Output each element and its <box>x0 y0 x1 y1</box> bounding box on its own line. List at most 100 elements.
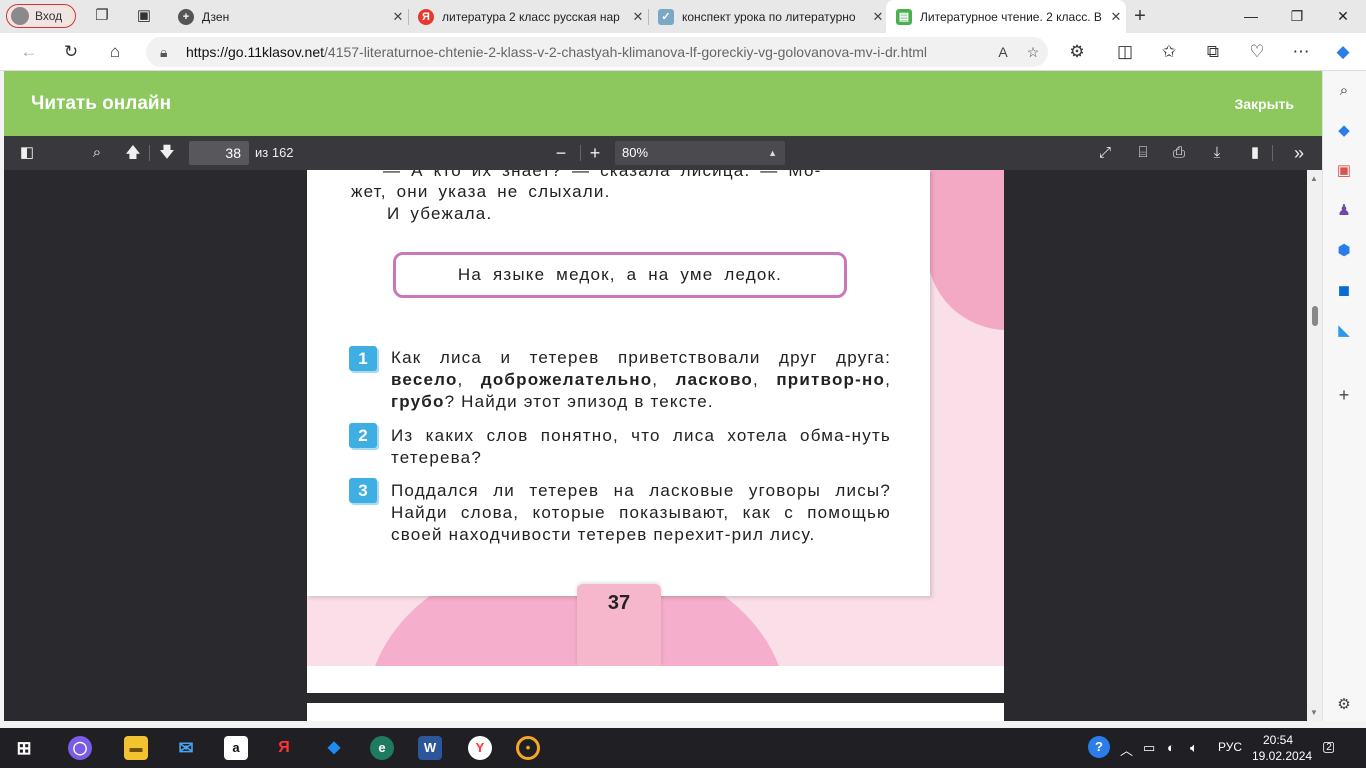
zoom-out-icon[interactable]: − <box>550 143 572 163</box>
tab-yandex-search[interactable]: Я литература 2 класс русская нар ✕ <box>408 0 648 33</box>
punctuation: , <box>753 370 777 389</box>
tab-lesson-plan[interactable]: ✓ конспект урока по литературно ✕ <box>648 0 888 33</box>
zoom-value: 80% <box>622 145 649 160</box>
network-icon[interactable]: ◐ <box>1167 740 1175 755</box>
file-explorer-icon[interactable]: ▬ <box>124 736 148 760</box>
notifications-icon[interactable]: ▢2 <box>1322 738 1341 755</box>
tab-dzen[interactable]: + Дзен ✕ <box>168 0 408 33</box>
add-sidebar-app-icon[interactable]: + <box>1334 385 1354 405</box>
browser-essentials-icon[interactable]: ♡ <box>1246 41 1268 63</box>
next-page-icon[interactable]: 🡇 <box>156 143 178 163</box>
new-tab-icon[interactable]: + <box>1130 6 1150 26</box>
close-tab-icon[interactable]: ✕ <box>388 9 408 25</box>
more-menu-icon[interactable]: ⋯ <box>1290 41 1312 63</box>
scroll-down-icon[interactable]: ▼ <box>1310 708 1318 717</box>
pdf-viewport[interactable]: — А кто их знает? — сказала лисица. — Мо… <box>4 170 1307 721</box>
word-icon[interactable]: W <box>418 736 442 760</box>
page-margin <box>307 666 1004 693</box>
lock-icon: 🔒︎ <box>160 43 168 60</box>
show-hidden-icons-icon[interactable]: ︿ <box>1120 740 1133 759</box>
shopping-tag-icon[interactable]: ◆ <box>1334 121 1354 141</box>
volume-icon[interactable]: 🔈︎ <box>1190 740 1198 756</box>
close-window-icon[interactable]: ✕ <box>1320 0 1366 33</box>
clock-time: 20:54 <box>1262 733 1294 747</box>
restore-icon[interactable]: ❐ <box>1274 0 1320 33</box>
bookmark-icon[interactable]: ▮ <box>1244 143 1266 163</box>
scroll-thumb[interactable] <box>1312 306 1318 326</box>
close-tab-icon[interactable]: ✕ <box>868 9 888 25</box>
split-screen-icon[interactable]: ◫ <box>1114 41 1136 63</box>
tracker-icon[interactable]: • <box>516 736 540 760</box>
favorites-icon[interactable]: ✩ <box>1158 41 1180 63</box>
tab-bar: Вход ❐ ▣ + Дзен ✕ Я литература 2 класс р… <box>0 0 1366 33</box>
open-file-icon[interactable]: ⌸ <box>1132 143 1154 163</box>
close-tab-icon[interactable]: ✕ <box>628 9 648 25</box>
alice-assistant-icon[interactable]: ◯ <box>68 736 92 760</box>
tab-title: Дзен <box>202 9 230 24</box>
close-reader-button[interactable]: Закрыть <box>1234 96 1294 112</box>
favorite-star-icon[interactable]: ☆ <box>1018 44 1048 61</box>
search-icon[interactable]: ⌕ <box>1334 81 1354 101</box>
workspaces-icon[interactable]: ❐ <box>92 6 112 26</box>
copilot-icon[interactable]: ◆ <box>1332 41 1354 63</box>
windows-start-icon[interactable]: ⊞ <box>12 736 36 760</box>
proverb-box: На языке медок, а на уме ледок. <box>393 252 847 298</box>
sidebar-settings-icon[interactable]: ⚙ <box>1334 695 1354 715</box>
read-aloud-icon[interactable]: A <box>988 44 1018 60</box>
yandex-icon[interactable]: Y <box>468 736 492 760</box>
drop-icon[interactable]: ◣ <box>1334 321 1354 341</box>
tab-actions-icon[interactable]: ▣ <box>134 6 154 26</box>
dropbox-icon[interactable]: ◆ <box>322 736 346 760</box>
tools-briefcase-icon[interactable]: ▣ <box>1334 161 1354 181</box>
language-indicator[interactable]: РУС <box>1218 740 1242 754</box>
zoom-in-icon[interactable]: + <box>584 143 606 163</box>
answer-option: ласково <box>675 370 753 389</box>
presentation-mode-icon[interactable]: ⤢ <box>1094 143 1116 163</box>
amazon-icon[interactable]: a <box>224 736 248 760</box>
profile-button[interactable]: Вход <box>6 4 76 28</box>
url-path: /4157-literaturnoe-chtenie-2-klass-v-2-c… <box>324 44 928 60</box>
microsoft-365-icon[interactable]: ⬢ <box>1334 241 1354 261</box>
text-line: жет, они указа не слыхали. <box>351 182 611 201</box>
page-number-label: 37 <box>577 584 661 666</box>
scroll-up-icon[interactable]: ▲ <box>1310 174 1318 183</box>
collections-icon[interactable]: ⧉ <box>1202 41 1224 63</box>
question-fragment: Как лиса и тетерев приветствовали друг д… <box>391 348 891 367</box>
vertical-scrollbar[interactable]: ▲ ▼ <box>1307 170 1322 721</box>
search-icon[interactable]: ⌕ <box>86 143 108 163</box>
mail-icon[interactable]: ✉ <box>174 736 198 760</box>
clock[interactable]: 20:54 19.02.2024 <box>1252 732 1313 764</box>
question-number: 2 <box>349 423 377 448</box>
answer-option: притвор-но <box>776 370 886 389</box>
url-field[interactable]: 🔒︎ https://go.11klasov.net/4157-literatu… <box>146 37 1048 67</box>
zoom-select[interactable]: 80% ▲ <box>615 141 785 165</box>
download-icon[interactable]: ⤓ <box>1206 143 1228 163</box>
home-icon[interactable]: ⌂ <box>104 41 126 63</box>
previous-page-icon[interactable]: 🡅 <box>122 143 144 163</box>
pdf-next-page <box>307 703 1004 721</box>
print-icon[interactable]: ⎙ <box>1168 143 1190 163</box>
sidebar-toggle-icon[interactable]: ◧ <box>16 143 38 163</box>
avatar <box>11 7 29 25</box>
minimize-icon[interactable]: — <box>1228 0 1274 33</box>
extensions-icon[interactable]: ⚙ <box>1066 41 1088 63</box>
back-icon[interactable]: ← <box>18 41 40 63</box>
tools-menu-icon[interactable]: » <box>1288 143 1310 163</box>
refresh-icon[interactable]: ↻ <box>60 41 82 63</box>
edge-browser-icon[interactable]: e <box>370 736 394 760</box>
question-number: 1 <box>349 346 377 371</box>
answer-option: весело <box>391 370 458 389</box>
help-icon[interactable]: ? <box>1088 736 1110 758</box>
profile-label: Вход <box>35 9 63 23</box>
close-tab-icon[interactable]: ✕ <box>1106 9 1126 25</box>
yandex-browser-icon[interactable]: Я <box>272 736 296 760</box>
page-number-input[interactable]: 38 <box>189 141 249 165</box>
clock-date: 19.02.2024 <box>1252 749 1313 763</box>
answer-option: грубо <box>391 392 445 411</box>
outlook-icon[interactable]: ◼ <box>1334 281 1354 301</box>
battery-icon[interactable]: ▭ <box>1143 740 1155 756</box>
tab-textbook[interactable]: ▤ Литературное чтение. 2 класс. В ✕ <box>886 0 1126 33</box>
page-count: из 162 <box>255 145 294 160</box>
games-icon[interactable]: ♟ <box>1334 201 1354 221</box>
checkmark-icon: ✓ <box>658 8 674 25</box>
